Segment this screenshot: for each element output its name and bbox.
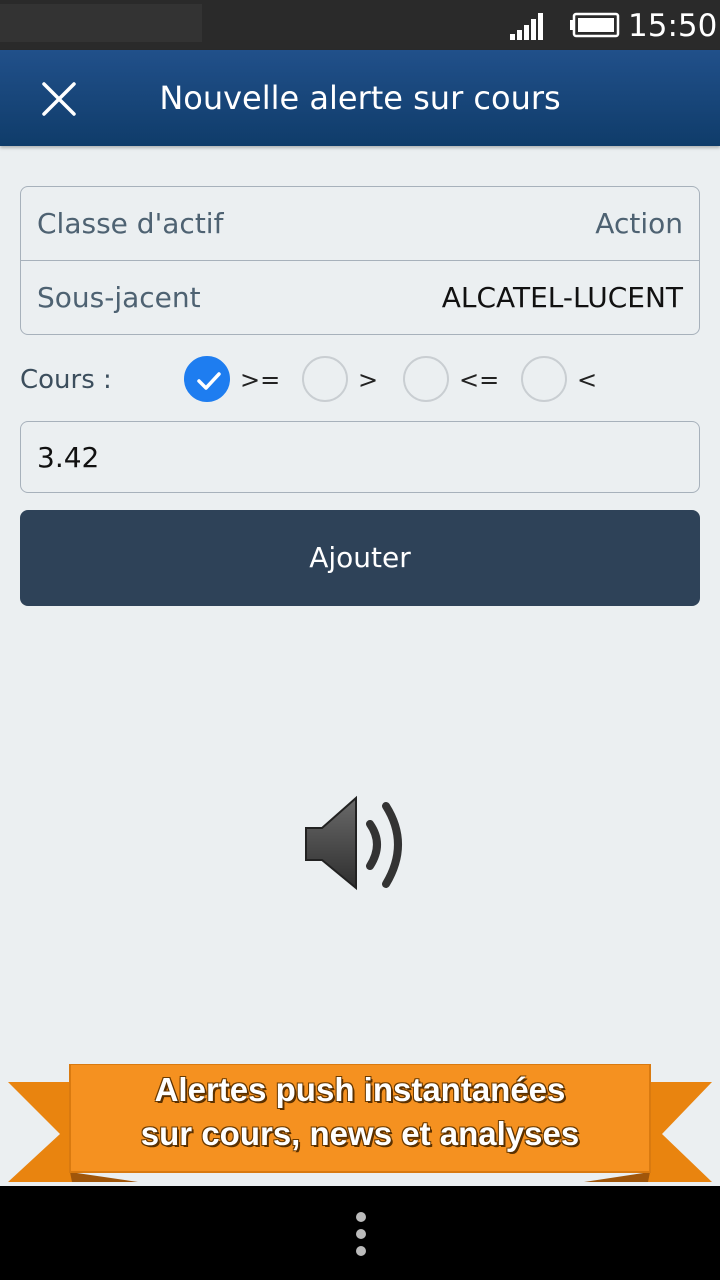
speaker-icon — [305, 795, 402, 891]
radio-lt-label: < — [577, 366, 598, 394]
nav-bar — [0, 1186, 720, 1280]
add-button[interactable]: Ajouter — [20, 510, 700, 606]
radio-lte-label: <= — [459, 366, 500, 394]
underlying-value: ALCATEL-LUCENT — [441, 281, 683, 314]
page-title: Nouvelle alerte sur cours — [159, 79, 561, 117]
close-button[interactable] — [28, 70, 92, 126]
status-time: 15:50 — [628, 8, 718, 44]
radio-gte-label: >= — [240, 366, 281, 394]
radio-gt-label: > — [358, 366, 379, 394]
banner-text: Alertes push instantanées sur cours, new… — [70, 1068, 650, 1156]
info-card: Classe d'actif Action Sous-jacent ALCATE… — [20, 186, 700, 335]
banner-line-2: sur cours, news et analyses — [140, 1115, 580, 1152]
radio-gt[interactable] — [302, 356, 348, 402]
price-input[interactable] — [20, 421, 700, 493]
radio-lt[interactable] — [521, 356, 567, 402]
overflow-menu-icon[interactable] — [350, 1212, 372, 1256]
app-bar: Nouvelle alerte sur cours — [0, 50, 720, 146]
asset-class-label: Classe d'actif — [37, 207, 224, 240]
status-bar: 15:50 — [0, 0, 720, 50]
asset-class-value: Action — [595, 207, 683, 240]
banner-line-1: Alertes push instantanées — [154, 1071, 566, 1108]
asset-class-row[interactable]: Classe d'actif Action — [21, 187, 699, 261]
notification-area — [0, 4, 202, 42]
radio-lte[interactable] — [403, 356, 449, 402]
battery-icon — [570, 12, 620, 38]
cours-label: Cours : — [20, 365, 112, 395]
underlying-row[interactable]: Sous-jacent ALCATEL-LUCENT — [21, 261, 699, 335]
underlying-label: Sous-jacent — [37, 281, 201, 314]
radio-gte[interactable] — [184, 356, 230, 402]
promo-banner: Alertes push instantanées sur cours, new… — [0, 1064, 720, 1194]
close-icon — [42, 82, 76, 116]
signal-icon — [510, 13, 543, 40]
check-icon — [197, 372, 221, 390]
